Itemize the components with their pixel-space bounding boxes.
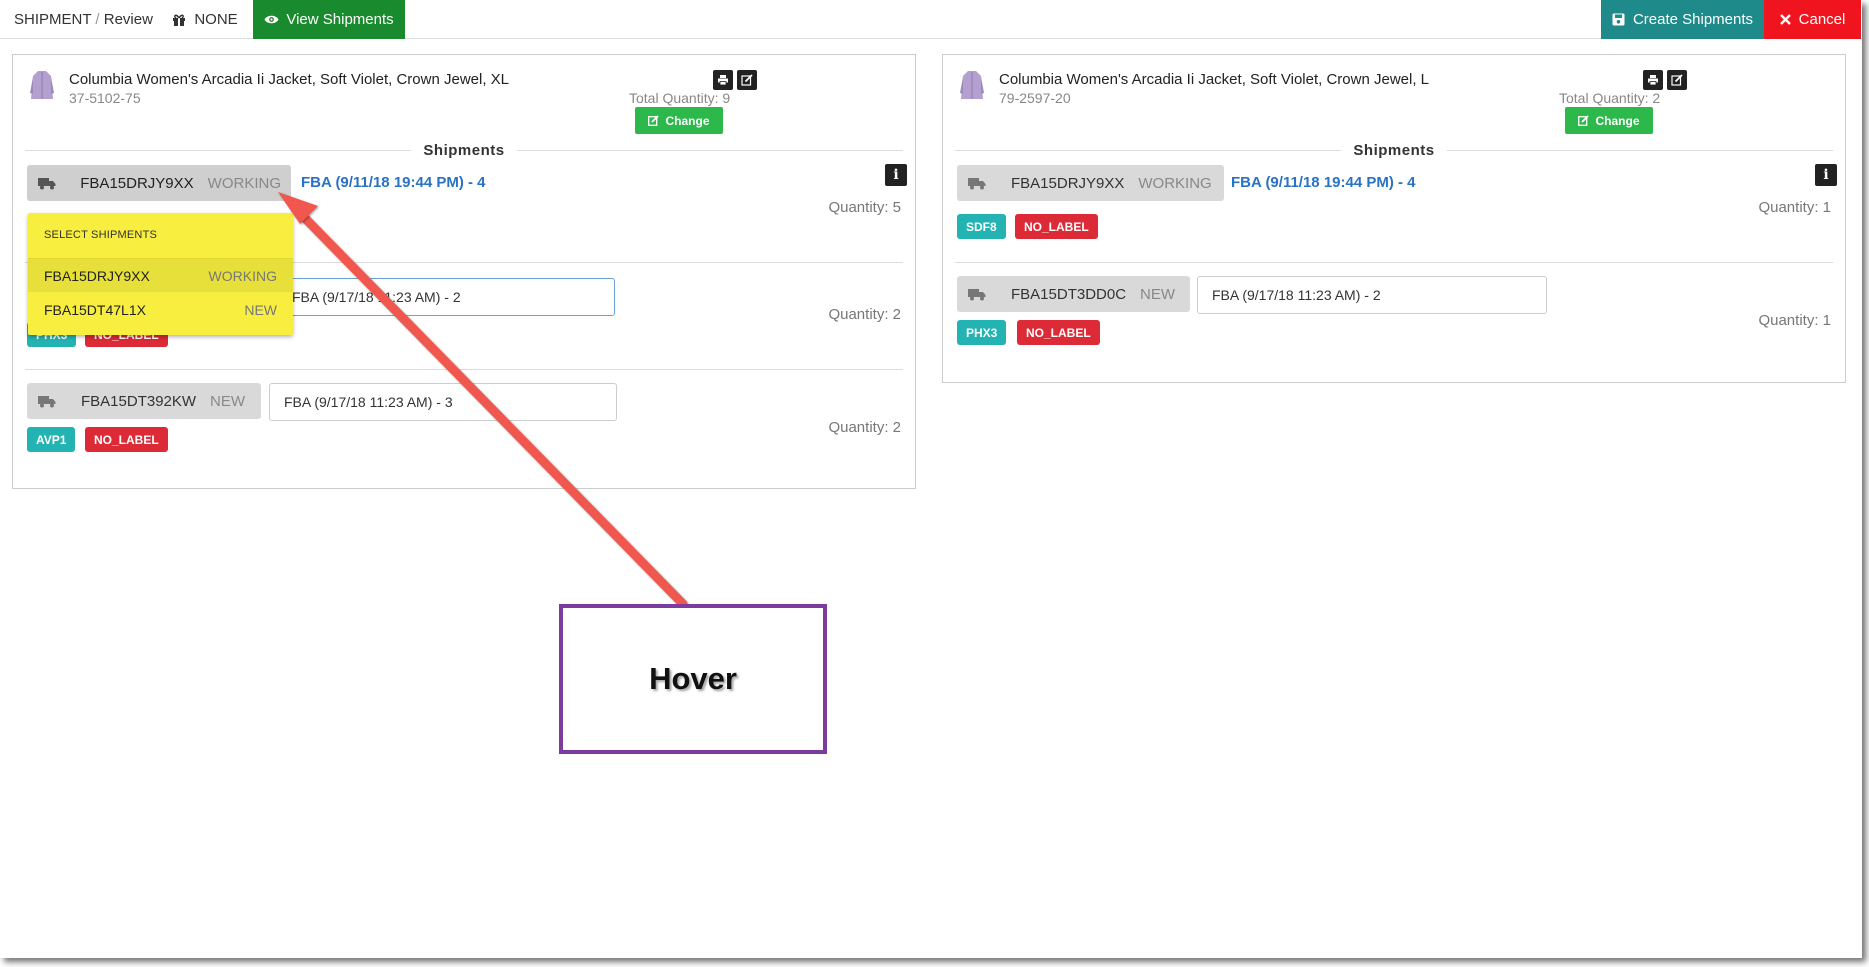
shipment-status: WORKING [207, 174, 281, 192]
fc-tag: PHX3 [957, 320, 1007, 345]
shipment-id: FBA15DT392KW [81, 392, 197, 410]
gift-icon [173, 14, 186, 26]
edit-button[interactable] [737, 70, 757, 90]
edit-button[interactable] [1667, 70, 1687, 90]
shipment-row: FBA15DT3DD0C NEW FBA (9/17/18 11:23 AM) … [943, 262, 1845, 369]
option-id: FBA15DT47L1X [44, 302, 146, 318]
dropdown-header: SELECT SHIPMENTS [44, 229, 158, 241]
close-icon [1779, 14, 1791, 25]
shipment-row: FBA15DT392KW NEW FBA (9/17/18 11:23 AM) … [13, 369, 915, 476]
change-button[interactable]: Change [1565, 107, 1653, 134]
shipment-name-input[interactable]: FBA (9/17/18 11:23 AM) - 2 [1197, 276, 1547, 314]
jacket-thumbnail-icon [960, 71, 984, 99]
total-quantity: Total Quantity: 9 [629, 90, 731, 106]
total-quantity: Total Quantity: 2 [1559, 90, 1661, 106]
annotation-label: Hover [649, 661, 737, 696]
print-icon [718, 75, 728, 86]
truck-icon [957, 288, 997, 301]
view-shipments-button[interactable]: View Shipments [253, 0, 405, 39]
change-label: Change [1595, 113, 1640, 128]
change-button[interactable]: Change [635, 107, 723, 134]
save-icon [1612, 13, 1625, 26]
label-tag: NO_LABEL [85, 427, 168, 452]
change-label: Change [665, 113, 710, 128]
row-quantity: Quantity: 2 [828, 419, 901, 436]
print-button[interactable] [1643, 70, 1663, 90]
option-id: FBA15DRJY9XX [44, 267, 150, 284]
truck-icon [27, 395, 67, 408]
shipment-name-link[interactable]: FBA (9/11/18 19:44 PM) - 4 [1231, 174, 1416, 191]
info-icon: i [1823, 167, 1829, 183]
option-status: WORKING [208, 267, 277, 284]
breadcrumb-separator: / [95, 11, 100, 28]
shipment-select[interactable]: FBA15DRJY9XX WORKING [27, 165, 291, 201]
label-tag: NO_LABEL [1017, 320, 1100, 345]
shipment-status: WORKING [1138, 174, 1212, 192]
shipment-id: FBA15DRJY9XX [80, 174, 194, 192]
row-quantity: Quantity: 1 [1758, 199, 1831, 216]
edit-icon [741, 74, 753, 86]
info-button[interactable]: i [885, 164, 907, 186]
cancel-button[interactable]: Cancel [1764, 0, 1861, 39]
none-button-label: NONE [194, 11, 238, 28]
shipment-name-input[interactable]: FBA (9/17/18 11:23 AM) - 2 [277, 278, 615, 316]
edit-icon [1671, 74, 1683, 86]
edit-icon [648, 115, 660, 126]
dropdown-option[interactable]: FBA15DRJY9XX WORKING [28, 258, 293, 292]
create-shipments-button[interactable]: Create Shipments [1601, 0, 1764, 39]
breadcrumb: SHIPMENT / Review [14, 11, 153, 28]
truck-icon [27, 177, 66, 190]
product-sku: 37-5102-75 [69, 90, 141, 106]
edit-icon [1578, 115, 1590, 126]
print-button[interactable] [713, 70, 733, 90]
shipment-select[interactable]: FBA15DT392KW NEW [27, 383, 261, 419]
shipment-status: NEW [1140, 285, 1176, 303]
create-shipments-label: Create Shipments [1632, 11, 1754, 28]
select-shipments-dropdown: SELECT SHIPMENTS FBA15DRJY9XX WORKING FB… [28, 213, 293, 335]
fc-tag: AVP1 [27, 427, 76, 452]
option-status: NEW [244, 302, 277, 318]
shipment-select[interactable]: FBA15DT3DD0C NEW [957, 276, 1190, 312]
info-button[interactable]: i [1815, 164, 1837, 186]
product-panel-2: Columbia Women's Arcadia Ii Jacket, Soft… [942, 54, 1846, 383]
shipment-id: FBA15DT3DD0C [1011, 285, 1127, 303]
annotation-box: Hover [559, 604, 827, 754]
fc-tag: SDF8 [957, 214, 1006, 239]
eye-icon [264, 15, 279, 24]
truck-icon [957, 177, 997, 190]
row-quantity: Quantity: 2 [828, 306, 901, 323]
dropdown-option[interactable]: FBA15DT47L1X NEW [28, 293, 293, 327]
shipment-select[interactable]: FBA15DRJY9XX WORKING [957, 165, 1224, 201]
none-button[interactable]: NONE [158, 0, 252, 39]
product-sku: 79-2597-20 [999, 90, 1071, 106]
cancel-label: Cancel [1798, 11, 1846, 28]
shipment-name-input[interactable]: FBA (9/17/18 11:23 AM) - 3 [269, 383, 617, 421]
shipment-status: NEW [210, 392, 246, 410]
print-icon [1648, 75, 1658, 86]
jacket-thumbnail-icon [30, 71, 54, 99]
app-window: SHIPMENT / Review NONE View Shipments Cr… [0, 0, 1862, 958]
breadcrumb-root[interactable]: SHIPMENT [14, 11, 91, 28]
breadcrumb-current: Review [103, 11, 153, 28]
view-shipments-label: View Shipments [286, 11, 394, 28]
shipment-row: FBA15DRJY9XX WORKING FBA (9/11/18 19:44 … [943, 155, 1845, 262]
shipment-id: FBA15DRJY9XX [1011, 174, 1125, 192]
row-quantity: Quantity: 1 [1758, 312, 1831, 329]
product-title: Columbia Women's Arcadia Ii Jacket, Soft… [69, 71, 510, 88]
shipment-name-link[interactable]: FBA (9/11/18 19:44 PM) - 4 [301, 174, 486, 191]
top-bar: SHIPMENT / Review NONE View Shipments Cr… [0, 0, 1862, 39]
info-icon: i [893, 167, 899, 183]
product-title: Columbia Women's Arcadia Ii Jacket, Soft… [999, 71, 1429, 88]
label-tag: NO_LABEL [1015, 214, 1098, 239]
row-quantity: Quantity: 5 [828, 199, 901, 216]
